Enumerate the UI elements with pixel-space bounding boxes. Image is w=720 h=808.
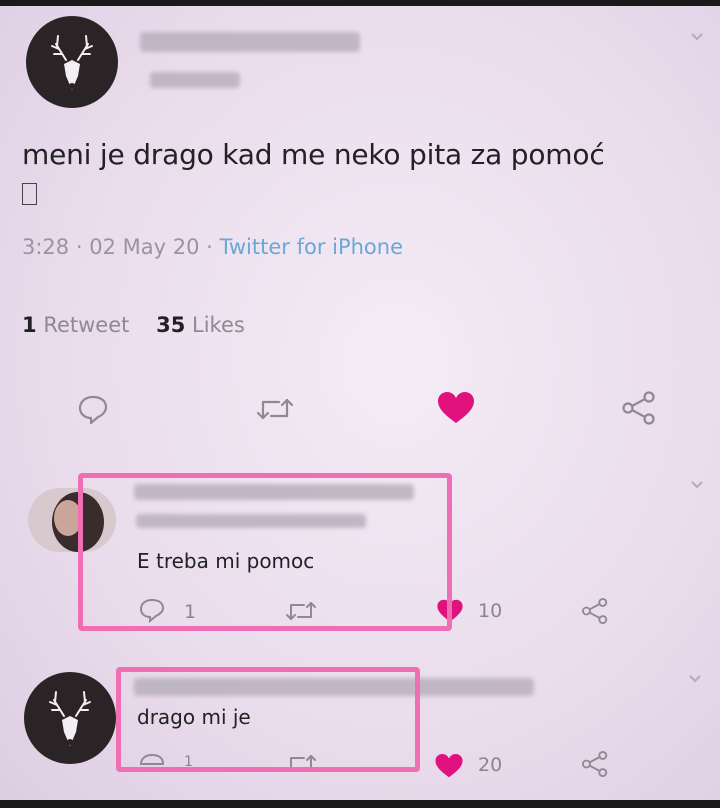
chevron-down-icon[interactable] bbox=[688, 672, 702, 686]
bottom-border bbox=[0, 800, 720, 808]
retweet-icon[interactable] bbox=[255, 394, 295, 424]
tweet-source-link[interactable]: Twitter for iPhone bbox=[220, 235, 404, 259]
author-handle-redacted bbox=[150, 72, 240, 88]
chevron-down-icon[interactable] bbox=[690, 30, 704, 44]
highlight-box bbox=[78, 473, 452, 631]
missing-emoji-glyph bbox=[22, 183, 37, 205]
share-icon[interactable] bbox=[620, 390, 658, 426]
heart-icon[interactable] bbox=[436, 390, 476, 426]
like-count: 20 bbox=[478, 754, 503, 776]
retweets-count: 1 bbox=[22, 313, 37, 337]
retweets-label: Retweet bbox=[43, 313, 130, 337]
tweet-time: 3:28 bbox=[22, 235, 70, 259]
highlight-box bbox=[116, 667, 420, 772]
heart-icon[interactable] bbox=[434, 752, 464, 780]
author-avatar[interactable] bbox=[26, 16, 118, 108]
tweet-date: 02 May 20 bbox=[89, 235, 200, 259]
tweet-text: meni je drago kad me neko pita za pomoć bbox=[22, 138, 605, 171]
share-icon[interactable] bbox=[580, 597, 610, 625]
likes-count: 35 bbox=[156, 313, 186, 337]
likes-label: Likes bbox=[192, 313, 245, 337]
retweets-stat[interactable]: 1 Retweet bbox=[22, 313, 129, 337]
reply-icon[interactable] bbox=[76, 392, 110, 426]
deer-avatar-icon bbox=[49, 691, 91, 746]
top-border bbox=[0, 0, 720, 6]
deer-avatar-icon bbox=[51, 35, 93, 90]
meta-separator: · bbox=[75, 235, 83, 259]
reply-avatar[interactable] bbox=[24, 672, 116, 764]
like-count: 10 bbox=[478, 600, 503, 622]
chevron-down-icon[interactable] bbox=[690, 478, 704, 492]
tweet-stats: 1 Retweet 35 Likes bbox=[22, 313, 245, 337]
likes-stat[interactable]: 35 Likes bbox=[156, 313, 245, 337]
meta-separator: · bbox=[206, 235, 213, 259]
author-name-redacted bbox=[140, 32, 360, 52]
tweet-meta: 3:28 · 02 May 20 · Twitter for iPhone bbox=[22, 235, 403, 259]
share-icon[interactable] bbox=[580, 750, 610, 778]
